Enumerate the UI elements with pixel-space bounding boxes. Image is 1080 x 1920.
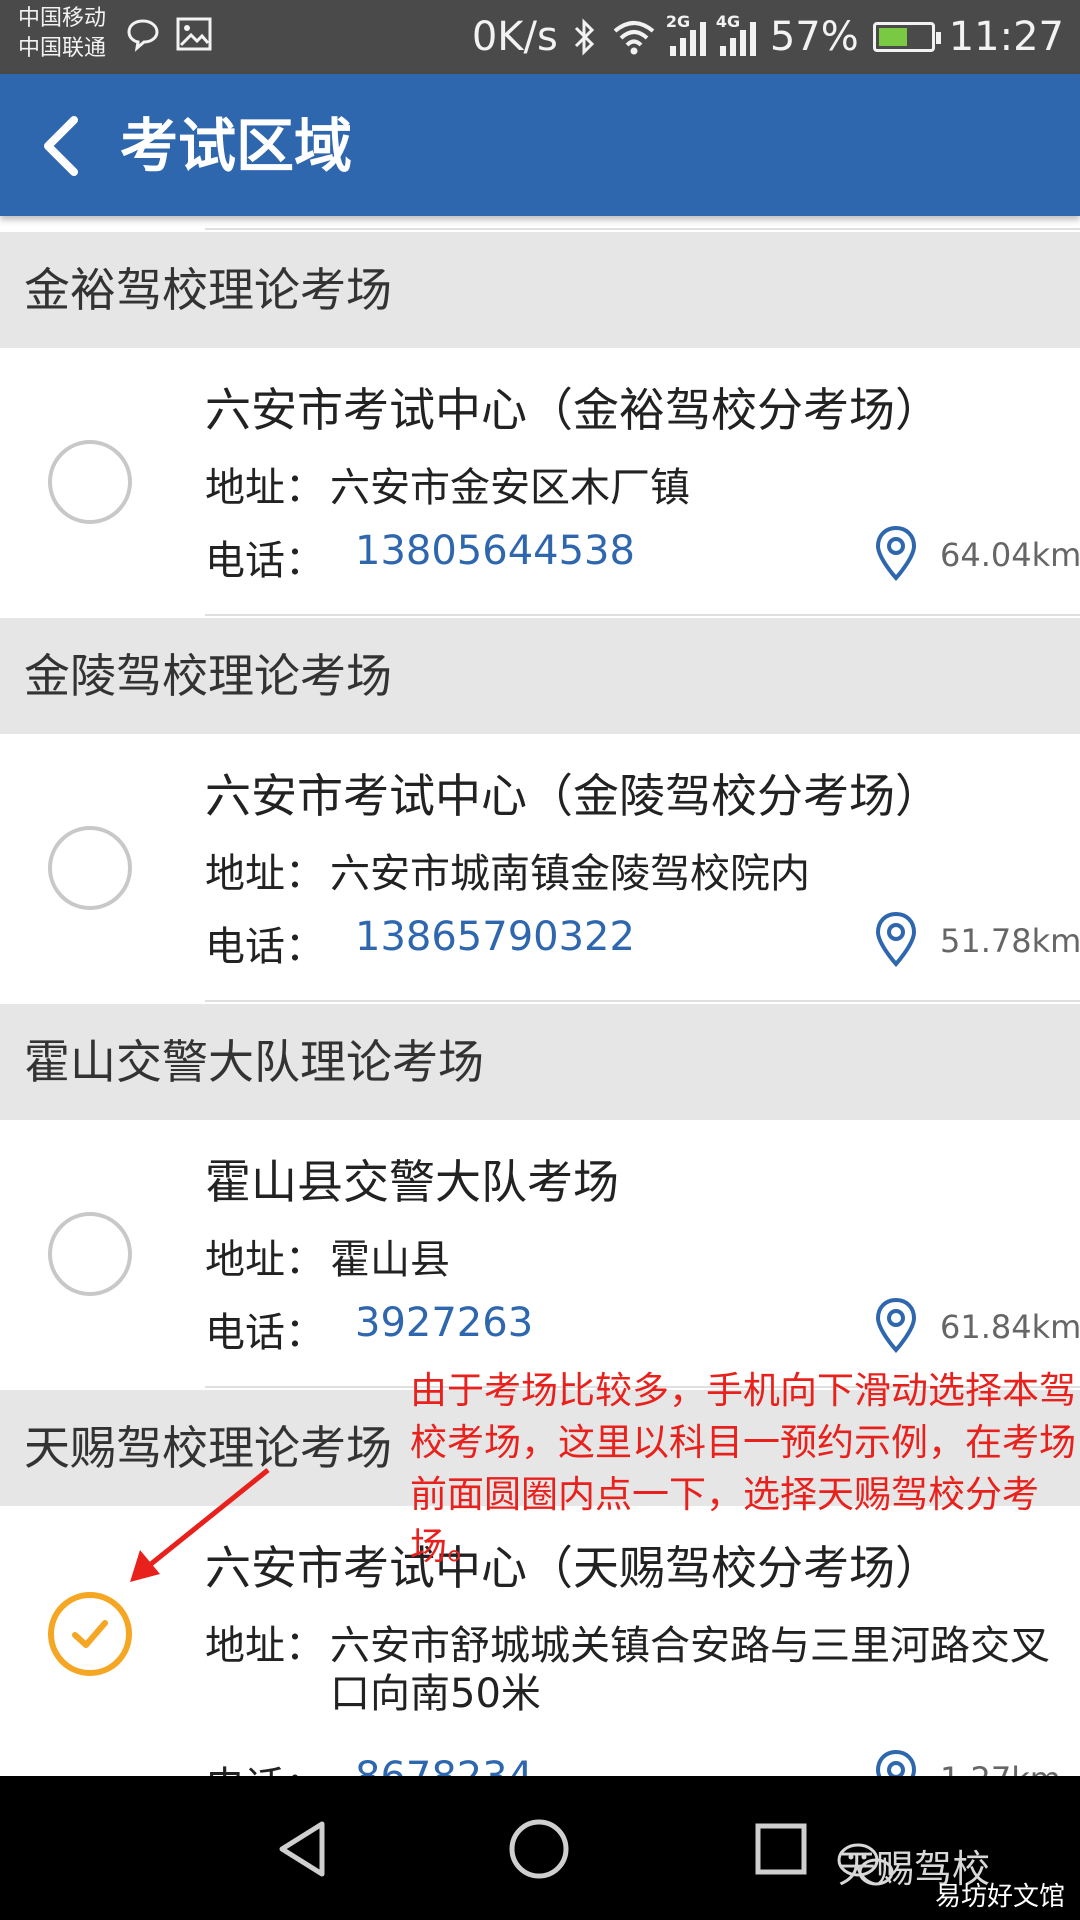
location-pin-icon[interactable] bbox=[872, 910, 920, 968]
location-pin-icon[interactable] bbox=[872, 1748, 920, 1776]
location-pin-icon[interactable] bbox=[872, 524, 920, 582]
group-header: 霍山交警大队理论考场 bbox=[0, 1004, 1080, 1120]
bluetooth-icon bbox=[574, 18, 594, 56]
page-title: 考试区域 bbox=[120, 112, 353, 180]
signal-icon: 4G bbox=[716, 12, 756, 56]
sim1-type: 2G bbox=[665, 12, 691, 31]
back-arrow-icon[interactable] bbox=[34, 114, 94, 178]
site-name: 六安市考试中心（金陵驾校分考场） bbox=[205, 769, 941, 823]
list-item[interactable]: 霍山县交警大队考场 地址： 霍山县 电话： 3927263 61.84km bbox=[0, 1120, 1080, 1390]
address-label: 地址： bbox=[205, 465, 325, 511]
site-address: 地址： 六安市金安区木厂镇 bbox=[205, 464, 1055, 512]
distance: 61.84km bbox=[940, 1308, 1080, 1346]
radio-button[interactable] bbox=[48, 1212, 132, 1296]
site-address: 地址： 六安市舒城城关镇合安路与三里河路交叉口向南50米 bbox=[205, 1622, 1055, 1718]
divider bbox=[205, 614, 1080, 616]
clock: 11:27 bbox=[948, 14, 1064, 60]
site-name: 霍山县交警大队考场 bbox=[205, 1155, 619, 1209]
check-icon bbox=[72, 1620, 108, 1648]
image-icon bbox=[176, 17, 212, 51]
message-icon bbox=[127, 19, 159, 52]
divider bbox=[205, 1000, 1080, 1002]
distance: 1.27km bbox=[940, 1760, 1061, 1776]
network-speed: 0K/s bbox=[471, 14, 558, 60]
distance: 64.04km bbox=[940, 536, 1080, 574]
nav-recents-icon[interactable] bbox=[748, 1816, 814, 1882]
group-header: 金陵驾校理论考场 bbox=[0, 618, 1080, 734]
signal-icon: 2G bbox=[666, 12, 706, 56]
watermark-source: 易坊好文馆 bbox=[935, 1882, 1066, 1912]
site-address: 地址： 六安市城南镇金陵驾校院内 bbox=[205, 850, 1055, 898]
address-label: 地址： bbox=[205, 1623, 325, 1669]
site-name: 六安市考试中心（金裕驾校分考场） bbox=[205, 383, 941, 437]
carrier-labels: 中国移动 中国联通 bbox=[18, 4, 106, 64]
status-bar: 中国移动 中国联通 0K/s 2G 4G 57% 11:27 bbox=[0, 0, 1080, 74]
radio-button[interactable] bbox=[48, 440, 132, 524]
carrier-1: 中国移动 bbox=[18, 6, 107, 31]
wifi-icon bbox=[613, 21, 655, 55]
address-label: 地址： bbox=[205, 1237, 325, 1283]
battery-fill bbox=[878, 28, 908, 46]
phone-label: 电话： bbox=[205, 924, 325, 970]
battery-icon bbox=[872, 22, 941, 52]
radio-button-checked[interactable] bbox=[48, 1592, 132, 1676]
carrier-2: 中国联通 bbox=[18, 36, 107, 61]
nav-home-icon[interactable] bbox=[506, 1816, 572, 1882]
nav-back-icon[interactable] bbox=[270, 1816, 336, 1882]
site-address: 地址： 霍山县 bbox=[205, 1236, 1055, 1284]
phone-link[interactable]: 13865790322 bbox=[355, 914, 635, 960]
address-value: 霍山县 bbox=[330, 1237, 450, 1283]
battery-percentage: 57% bbox=[769, 14, 859, 60]
list-item[interactable]: 六安市考试中心（金裕驾校分考场） 地址： 六安市金安区木厂镇 电话： 13805… bbox=[0, 348, 1080, 618]
divider bbox=[205, 228, 1080, 230]
radio-button[interactable] bbox=[48, 826, 132, 910]
sim2-type: 4G bbox=[715, 12, 741, 31]
phone-link[interactable]: 13805644538 bbox=[355, 528, 635, 574]
phone-link[interactable]: 3927263 bbox=[355, 1300, 533, 1346]
address-value: 六安市舒城城关镇合安路与三里河路交叉口向南50米 bbox=[330, 1623, 1050, 1717]
list-item[interactable]: 六安市考试中心（金陵驾校分考场） 地址： 六安市城南镇金陵驾校院内 电话： 13… bbox=[0, 734, 1080, 1004]
location-pin-icon[interactable] bbox=[872, 1296, 920, 1354]
address-value: 六安市金安区木厂镇 bbox=[330, 465, 690, 511]
instruction-annotation: 由于考场比较多，手机向下滑动选择本驾校考场，这里以科目一预约示例，在考场前面圆圈… bbox=[410, 1369, 1076, 1568]
address-value: 六安市城南镇金陵驾校院内 bbox=[330, 851, 810, 897]
app-bar: 考试区域 bbox=[0, 74, 1080, 216]
address-label: 地址： bbox=[205, 851, 325, 897]
phone-label: 电话： bbox=[205, 1310, 325, 1356]
phone-link[interactable]: 8678234 bbox=[355, 1754, 533, 1776]
phone-label: 电话： bbox=[205, 1754, 325, 1776]
phone-label: 电话： bbox=[205, 538, 325, 584]
distance: 51.78km bbox=[940, 922, 1080, 960]
group-header: 金裕驾校理论考场 bbox=[0, 232, 1080, 348]
